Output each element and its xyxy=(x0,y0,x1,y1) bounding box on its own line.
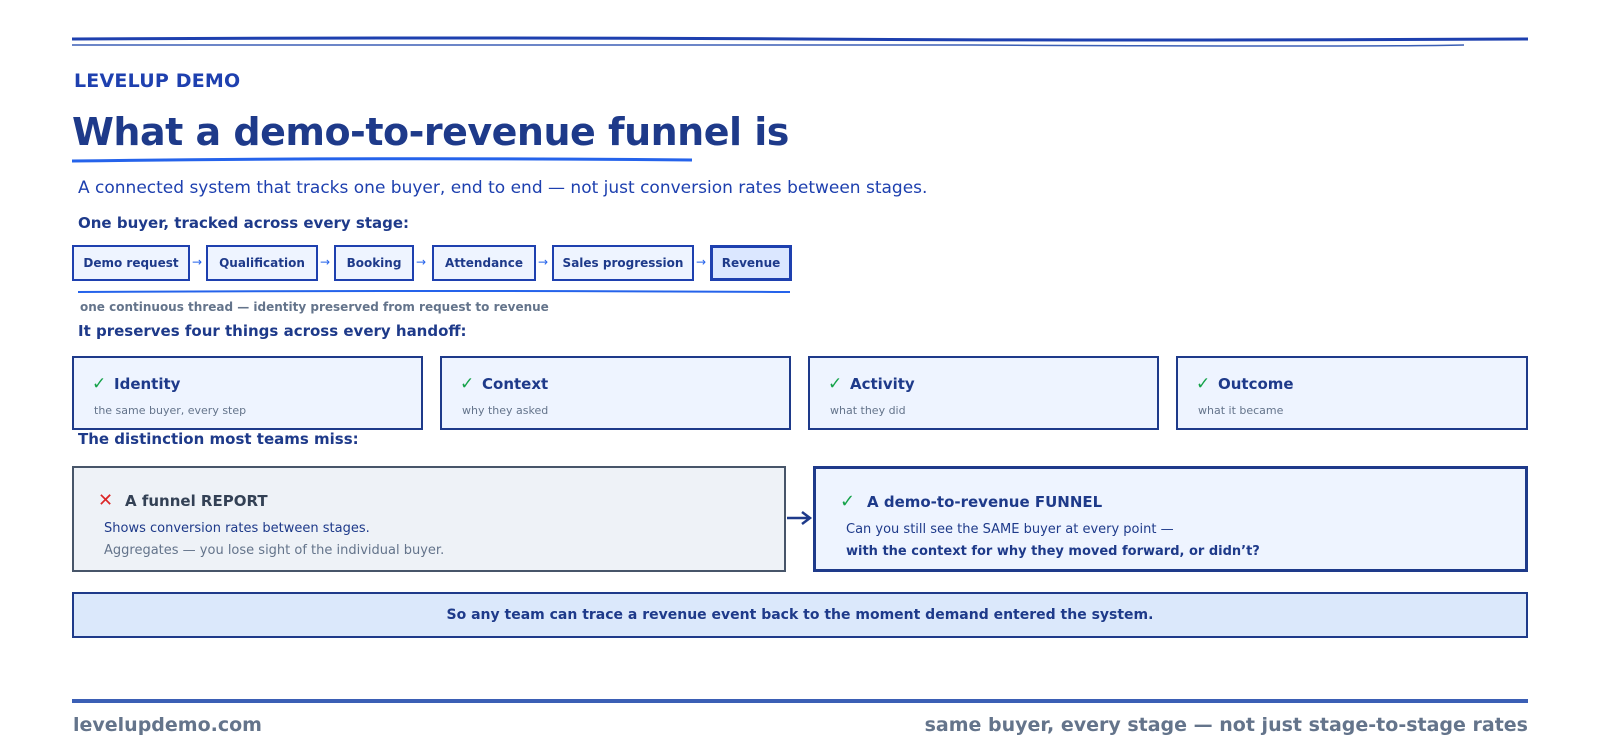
stage-flow: Demo request → Qualification → Booking →… xyxy=(72,245,872,283)
summary-banner: So any team can trace a revenue event ba… xyxy=(72,592,1528,638)
preserve-desc: why they asked xyxy=(462,404,549,417)
arrow-icon: → xyxy=(538,255,549,269)
footer-tagline: same buyer, every stage — not just stage… xyxy=(924,714,1528,736)
preserve-card-activity: ✓ Activity what they did xyxy=(808,356,1159,430)
page-title: What a demo-to-revenue funnel is xyxy=(72,110,789,154)
funnel-line-2: with the context for why they moved forw… xyxy=(846,544,1260,559)
footer-website: levelupdemo.com xyxy=(73,714,262,736)
report-title: A funnel REPORT xyxy=(125,492,268,510)
funnel-title: A demo-to-revenue FUNNEL xyxy=(867,493,1103,511)
top-rule xyxy=(72,36,1528,47)
distinction-label: The distinction most teams miss: xyxy=(78,430,359,448)
bottom-rule xyxy=(72,699,1528,703)
report-line-2: Aggregates — you lose sight of the indiv… xyxy=(104,543,445,558)
stage-sales-progression: Sales progression xyxy=(552,245,694,281)
brand-label: LEVELUP DEMO xyxy=(74,70,241,92)
page-subtitle: A connected system that tracks one buyer… xyxy=(78,178,928,198)
stage-qualification: Qualification xyxy=(206,245,318,281)
preserve-desc: what they did xyxy=(830,404,906,417)
preserve-desc: what it became xyxy=(1198,404,1284,417)
preserve-name: Activity xyxy=(850,375,915,393)
thread-note: one continuous thread — identity preserv… xyxy=(80,300,549,314)
preserve-card-context: ✓ Context why they asked xyxy=(440,356,791,430)
stage-revenue: Revenue xyxy=(710,245,792,281)
preserve-card-identity: ✓ Identity the same buyer, every step xyxy=(72,356,423,430)
cross-icon: ✕ xyxy=(98,490,114,511)
stages-label: One buyer, tracked across every stage: xyxy=(78,214,410,232)
preserve-name: Identity xyxy=(114,375,181,393)
arrow-icon: → xyxy=(696,255,707,269)
stage-demo-request: Demo request xyxy=(72,245,190,281)
check-icon: ✓ xyxy=(828,374,843,394)
check-icon: ✓ xyxy=(840,491,856,512)
arrow-icon: → xyxy=(416,255,427,269)
funnel-line-1: Can you still see the SAME buyer at ever… xyxy=(846,522,1174,537)
title-underline xyxy=(72,157,692,163)
stage-booking: Booking xyxy=(334,245,414,281)
arrow-icon: → xyxy=(192,255,203,269)
stage-attendance: Attendance xyxy=(432,245,536,281)
demo-funnel-box: ✓ A demo-to-revenue FUNNEL Can you still… xyxy=(813,466,1528,572)
check-icon: ✓ xyxy=(1196,374,1211,394)
report-line-1: Shows conversion rates between stages. xyxy=(104,521,370,536)
arrow-icon: → xyxy=(320,255,331,269)
funnel-report-box: ✕ A funnel REPORT Shows conversion rates… xyxy=(72,466,786,572)
preserve-desc: the same buyer, every step xyxy=(94,404,247,417)
arrow-right-icon xyxy=(787,511,813,525)
thread-line xyxy=(78,290,790,293)
check-icon: ✓ xyxy=(460,374,475,394)
preserve-name: Outcome xyxy=(1218,375,1294,393)
preserves-label: It preserves four things across every ha… xyxy=(78,322,467,340)
preserve-name: Context xyxy=(482,375,549,393)
preserve-card-outcome: ✓ Outcome what it became xyxy=(1176,356,1528,430)
check-icon: ✓ xyxy=(92,374,107,394)
